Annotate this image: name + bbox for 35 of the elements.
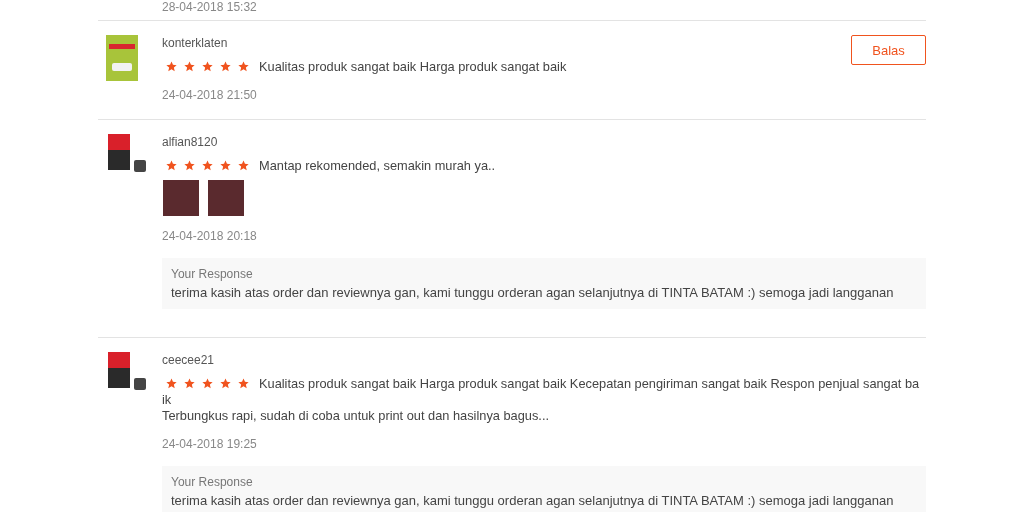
star-icon: [184, 378, 195, 389]
photo-placeholder[interactable]: [163, 180, 199, 216]
star-icon: [202, 160, 213, 171]
review-date: 28-04-2018 15:32: [161, 0, 258, 16]
review-date: 24-04-2018 21:50: [162, 87, 258, 103]
review-text: Kualitas produk sangat baik Harga produk sangat baik: [259, 59, 567, 74]
reply-button[interactable]: Balas: [851, 35, 926, 65]
review-text: ik: [162, 392, 172, 407]
star-icon: [166, 378, 177, 389]
star-icon: [184, 160, 195, 171]
response-text: terima kasih atas order dan reviewnya gan, kami tunggu orderan agan selanjutnya di TINTA BATAM :) semoga jadi langganan: [171, 285, 895, 301]
response-text: terima kasih atas order dan reviewnya gan, kami tunggu orderan agan selanjutnya di TINTA BATAM :) semoga jadi langganan: [171, 493, 895, 509]
star-icon: [184, 61, 195, 72]
star-icon: [238, 61, 249, 72]
star-icon: [238, 378, 249, 389]
star-icon: [166, 61, 177, 72]
reviewer-name: ceecee21: [162, 352, 215, 368]
star-icon: [220, 160, 231, 171]
review-text: Mantap rekomended, semakin murah ya..: [259, 158, 496, 173]
review-date: 24-04-2018 20:18: [162, 228, 258, 244]
reviewer-name: konterklaten: [162, 35, 228, 51]
star-icon: [202, 378, 213, 389]
usb-drive-thumbnail: [106, 35, 138, 81]
review-text: Kualitas produk sangat baik Harga produk sangat baik Kecepatan pengiriman sangat baik Respon penjual sangat ba: [259, 376, 920, 391]
response-label: Your Response: [171, 267, 254, 281]
response-label: Your Response: [171, 475, 254, 489]
star-icon: [220, 378, 231, 389]
review-date: 24-04-2018 19:25: [162, 436, 258, 452]
reviewer-name: alfian8120: [162, 134, 218, 150]
review-text: Terbungkus rapi, sudah di coba untuk print out dan hasilnya bagus...: [162, 408, 549, 423]
star-icon: [238, 160, 249, 171]
photo-placeholder[interactable]: [208, 180, 244, 216]
star-icon: [220, 61, 231, 72]
star-icon: [202, 61, 213, 72]
star-icon: [166, 160, 177, 171]
